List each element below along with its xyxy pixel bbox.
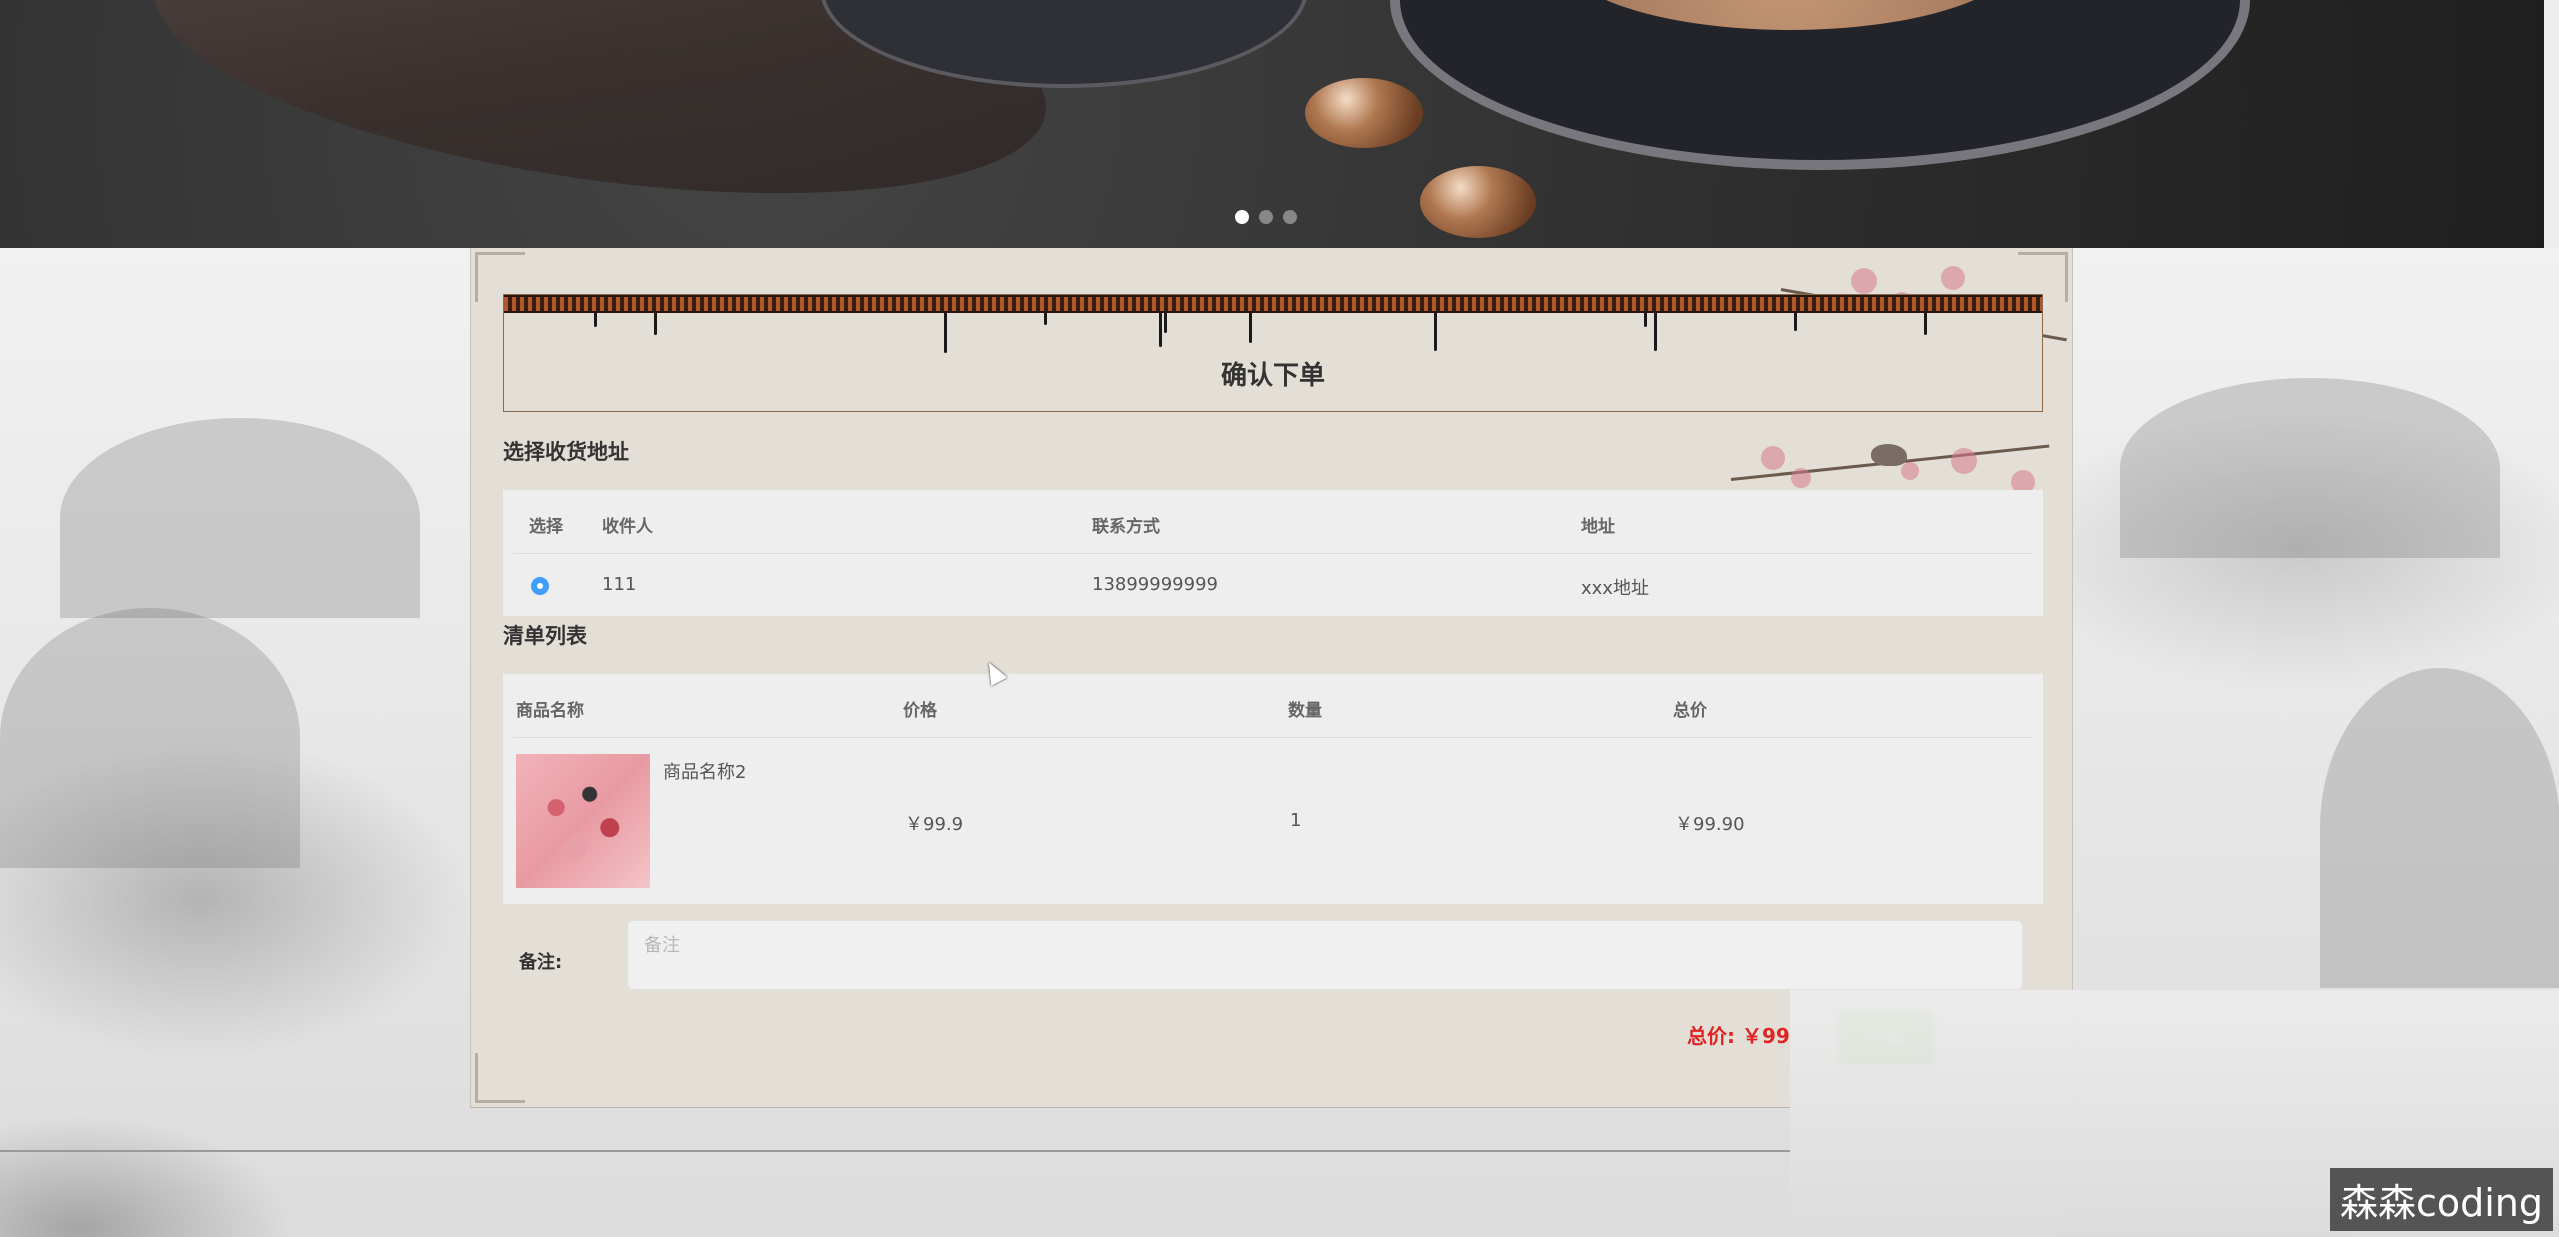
order-panel: 确认下单 选择收货地址 选择 收件人 联系方式 地址 111 138999999… <box>470 248 2073 1108</box>
order-total: 总价: ￥99 <box>1687 1020 1790 1049</box>
address-section-title: 选择收货地址 <box>503 440 629 464</box>
mountain-shape <box>2320 668 2559 988</box>
note-label: 备注: <box>519 952 563 973</box>
mountain-shape <box>2120 378 2500 558</box>
column-header: 价格 <box>903 701 937 721</box>
carousel-dot[interactable] <box>1283 210 1297 224</box>
column-header: 收件人 <box>602 517 653 537</box>
column-header: 总价 <box>1673 701 1707 721</box>
mountain-shape <box>0 608 300 868</box>
column-header: 数量 <box>1288 701 1322 721</box>
column-header: 地址 <box>1581 517 1615 537</box>
mountain-shape <box>60 418 420 618</box>
banner-pearl-image <box>1305 78 1423 148</box>
footer-divider <box>0 1150 1790 1152</box>
column-header: 联系方式 <box>1092 517 1160 537</box>
address-select-radio[interactable] <box>531 577 549 595</box>
note-input[interactable] <box>627 920 2023 990</box>
watermark: 森森coding <box>2329 1168 2553 1231</box>
row-divider <box>513 553 2033 554</box>
address-cell: xxx地址 <box>1581 578 1649 599</box>
bird-illustration <box>1871 444 1907 466</box>
column-header: 选择 <box>529 517 563 537</box>
order-items-table: 商品名称 价格 数量 总价 商品名称2 ￥99.9 1 ￥99.90 <box>503 674 2043 904</box>
banner-carousel[interactable] <box>0 0 2544 248</box>
recipient-cell: 111 <box>602 574 637 595</box>
list-section-title: 清单列表 <box>503 624 587 648</box>
page-title: 确认下单 <box>1220 361 1325 391</box>
panel-corner-ornament <box>475 1053 525 1103</box>
column-header: 商品名称 <box>516 701 584 721</box>
ink-drip-decoration <box>504 313 2042 353</box>
address-table: 选择 收件人 联系方式 地址 111 13899999999 xxx地址 <box>503 490 2043 616</box>
phone-cell: 13899999999 <box>1092 574 1218 595</box>
order-title-box: 确认下单 <box>503 294 2043 412</box>
price-cell: ￥99.9 <box>905 814 964 835</box>
banner-pearl-image <box>1420 166 1536 238</box>
row-divider <box>513 737 2033 738</box>
quantity-cell: 1 <box>1290 810 1302 831</box>
carousel-indicators <box>1235 210 1297 224</box>
greek-key-border <box>504 295 2042 313</box>
product-name-cell: 商品名称2 <box>663 762 747 783</box>
total-label: 总价: <box>1687 1024 1735 1048</box>
product-image[interactable] <box>516 754 650 888</box>
total-cell: ￥99.90 <box>1675 814 1745 835</box>
carousel-dot[interactable] <box>1235 210 1249 224</box>
carousel-dot[interactable] <box>1259 210 1273 224</box>
total-amount: ￥99 <box>1741 1024 1790 1048</box>
